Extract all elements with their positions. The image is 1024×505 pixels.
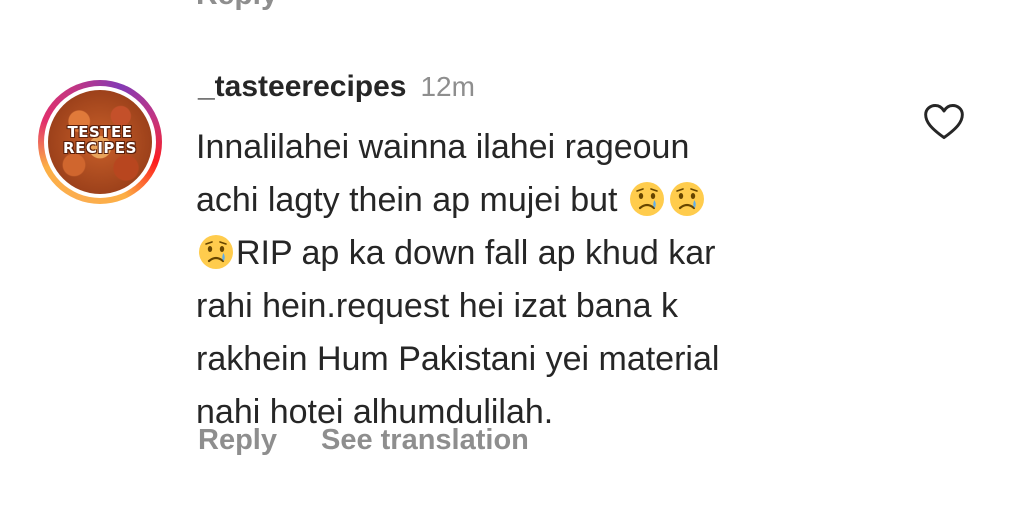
avatar-story-ring[interactable]: TESTEE RECIPES (38, 80, 162, 204)
comment-text-line-with-emojis: achi lagty thein ap mujei but (196, 174, 836, 227)
reply-button[interactable]: Reply (198, 424, 277, 457)
comment-item: TESTEE RECIPES _tasteerecipes 12m Innali… (0, 0, 1024, 505)
crying-face-emoji (199, 235, 233, 269)
comment-body: Innalilahei wainna ilahei rageoun achi l… (196, 121, 836, 439)
comment-text-line: rahi hein.request hei izat bana k (196, 287, 678, 325)
crying-face-emoji (669, 182, 704, 216)
comment-thread-screen: Reply TESTEE RECIPES _tasteerecipes 12m … (0, 0, 1024, 505)
comment-text-line: RIP ap ka down fall ap khud kar (236, 234, 716, 272)
heart-outline-icon[interactable] (922, 100, 966, 144)
see-translation-button[interactable]: See translation (321, 424, 529, 457)
comment-header: _tasteerecipes 12m (198, 70, 475, 110)
avatar: TESTEE RECIPES (48, 90, 152, 194)
avatar-gap: TESTEE RECIPES (44, 86, 156, 198)
comment-text-line: achi lagty thein ap mujei but (196, 181, 618, 219)
comment-text-line: rakhein Hum Pakistani yei material (196, 340, 720, 378)
comment-actions: Reply See translation (198, 420, 529, 460)
username-link[interactable]: _tasteerecipes (198, 70, 406, 104)
comment-text-line-with-emoji: RIP ap ka down fall ap khud kar (196, 227, 836, 280)
avatar-logo-text-line1: TESTEE (67, 123, 133, 141)
comment-text-line: Innalilahei wainna ilahei rageoun (196, 128, 690, 166)
comment-timestamp: 12m (420, 71, 475, 102)
crying-face-emoji (629, 182, 664, 216)
avatar-logo-text-line2: RECIPES (63, 139, 137, 157)
